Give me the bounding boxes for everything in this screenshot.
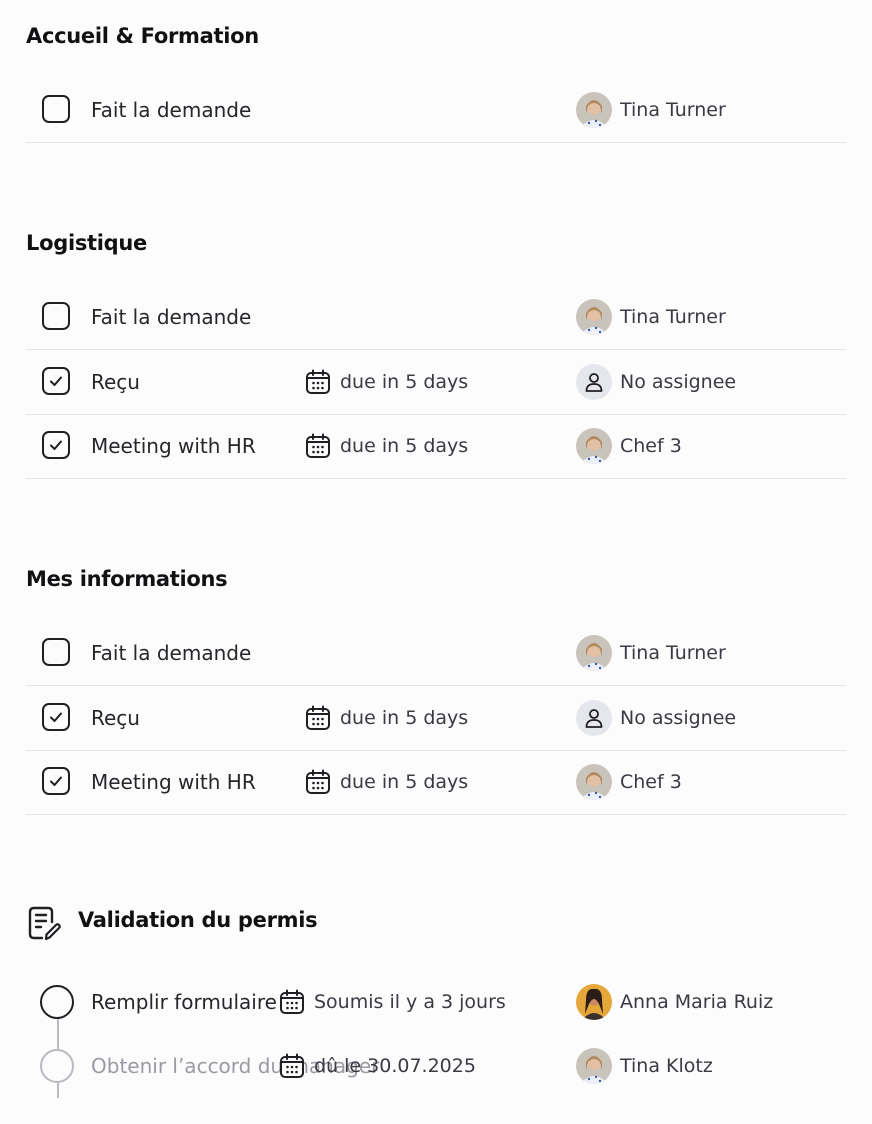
task-checkbox[interactable] — [42, 638, 70, 666]
step-date-text: dû le 30.07.2025 — [314, 1055, 476, 1077]
avatar — [576, 764, 612, 800]
checkmark-icon — [50, 376, 62, 386]
assignee-name: Tina Turner — [620, 642, 726, 664]
task-label[interactable]: Fait la demande — [91, 621, 251, 685]
task-row: Fait la demande Tina Turner — [26, 78, 846, 143]
due-date-text: due in 5 days — [340, 435, 469, 457]
task-label[interactable]: Meeting with HR — [91, 414, 256, 478]
workflow-step: Obtenir l’accord du manager dû le 30.07.… — [26, 1034, 846, 1098]
assignee[interactable]: Tina Klotz — [576, 1034, 713, 1098]
task-label[interactable]: Fait la demande — [91, 285, 251, 349]
task-row: Reçu due in 5 days No assignee — [26, 350, 846, 415]
assignee-name: No assignee — [620, 707, 737, 729]
calendar-icon — [306, 769, 330, 794]
assignee-name: Tina Klotz — [620, 1055, 713, 1077]
assignee-name: No assignee — [620, 371, 737, 393]
step-status-circle[interactable] — [40, 1049, 74, 1083]
assignee[interactable]: No assignee — [576, 686, 736, 750]
task-checkbox[interactable] — [42, 95, 70, 123]
no-assignee-avatar — [576, 700, 612, 736]
section-title-accueil: Accueil & Formation — [26, 24, 259, 48]
calendar-icon — [280, 1053, 304, 1078]
task-label[interactable]: Reçu — [91, 350, 140, 414]
task-label[interactable]: Fait la demande — [91, 78, 251, 142]
task-checkbox-checked[interactable] — [42, 703, 70, 731]
due-date: due in 5 days — [304, 750, 468, 814]
step-date: Soumis il y a 3 jours — [278, 970, 506, 1034]
form-edit-icon — [28, 906, 61, 941]
avatar — [576, 635, 612, 671]
task-row: Meeting with HR due in 5 days Chef 3 — [26, 414, 846, 479]
task-checkbox-checked[interactable] — [42, 431, 70, 459]
assignee-name: Tina Turner — [620, 99, 726, 121]
step-date: dû le 30.07.2025 — [278, 1034, 476, 1098]
section-title-mes-informations: Mes informations — [26, 567, 228, 591]
task-row: Fait la demande Tina Turner — [26, 621, 846, 686]
avatar — [576, 299, 612, 335]
no-assignee-avatar — [576, 364, 612, 400]
assignee[interactable]: Chef 3 — [576, 750, 682, 814]
due-date-text: due in 5 days — [340, 771, 469, 793]
user-icon — [585, 709, 603, 728]
assignee-name: Anna Maria Ruiz — [620, 991, 774, 1013]
task-row: Reçu due in 5 days No assignee — [26, 686, 846, 751]
step-status-circle[interactable] — [40, 985, 74, 1019]
step-label[interactable]: Remplir formulaire — [91, 970, 277, 1034]
workflow-title: Validation du permis — [78, 908, 318, 932]
timeline-connector — [57, 1083, 59, 1098]
checkmark-icon — [50, 712, 62, 722]
due-date-text: due in 5 days — [340, 707, 469, 729]
assignee[interactable]: Tina Turner — [576, 621, 726, 685]
avatar — [576, 1048, 612, 1084]
checkmark-icon — [50, 776, 62, 786]
avatar — [576, 428, 612, 464]
due-date: due in 5 days — [304, 350, 468, 414]
assignee[interactable]: Anna Maria Ruiz — [576, 970, 773, 1034]
assignee-name: Chef 3 — [620, 435, 682, 457]
task-checkbox[interactable] — [42, 302, 70, 330]
due-date: due in 5 days — [304, 414, 468, 478]
calendar-icon — [306, 705, 330, 730]
task-label[interactable]: Meeting with HR — [91, 750, 256, 814]
workflow-step: Remplir formulaire Soumis il y a 3 jours… — [26, 970, 846, 1049]
calendar-icon — [306, 369, 330, 394]
calendar-icon — [280, 989, 304, 1014]
assignee[interactable]: Chef 3 — [576, 414, 682, 478]
task-row: Fait la demande Tina Turner — [26, 285, 846, 350]
avatar — [576, 984, 612, 1020]
task-row: Meeting with HR due in 5 days Chef 3 — [26, 750, 846, 815]
user-icon — [585, 373, 603, 392]
task-checkbox-checked[interactable] — [42, 767, 70, 795]
assignee-name: Tina Turner — [620, 306, 726, 328]
calendar-icon — [306, 433, 330, 458]
due-date: due in 5 days — [304, 686, 468, 750]
task-checkbox-checked[interactable] — [42, 367, 70, 395]
assignee[interactable]: Tina Turner — [576, 285, 726, 349]
section-title-logistique: Logistique — [26, 231, 148, 255]
task-label[interactable]: Reçu — [91, 686, 140, 750]
due-date-text: due in 5 days — [340, 371, 469, 393]
assignee[interactable]: No assignee — [576, 350, 736, 414]
avatar — [576, 92, 612, 128]
assignee[interactable]: Tina Turner — [576, 78, 726, 142]
assignee-name: Chef 3 — [620, 771, 682, 793]
step-date-text: Soumis il y a 3 jours — [314, 991, 506, 1013]
checkmark-icon — [50, 440, 62, 450]
